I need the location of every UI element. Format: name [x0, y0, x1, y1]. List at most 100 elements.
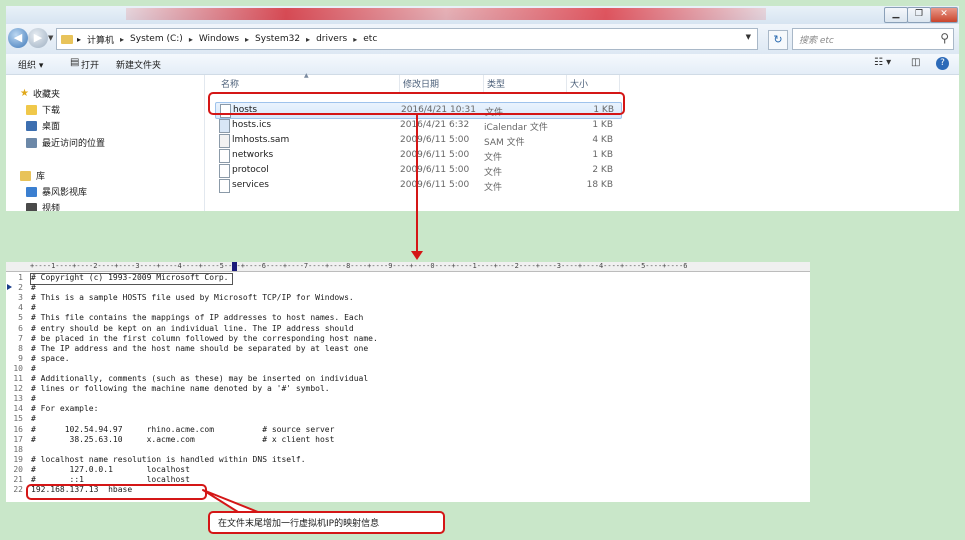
- title-bar: ▁ ❐ ✕: [6, 6, 959, 24]
- new-folder-button[interactable]: 新建文件夹: [116, 58, 161, 71]
- breadcrumb-drivers[interactable]: drivers ▸: [316, 34, 357, 44]
- breadcrumb-chevron-icon[interactable]: ▸: [77, 35, 81, 44]
- help-icon[interactable]: ?: [936, 57, 949, 70]
- sidebar-item-recent-places[interactable]: 最近访问的位置: [26, 136, 105, 149]
- code-line[interactable]: #: [31, 283, 36, 292]
- sidebar-item-desktop[interactable]: 桌面: [26, 119, 60, 132]
- line-number: 16: [13, 424, 23, 434]
- file-date: 2009/6/11 5:00: [400, 165, 470, 175]
- code-line[interactable]: #: [31, 394, 36, 403]
- code-line[interactable]: # 38.25.63.10 x.acme.com # x client host: [31, 435, 334, 444]
- breadcrumb-windows[interactable]: Windows ▸: [199, 34, 249, 44]
- blurred-title: [126, 8, 766, 20]
- file-icon: [219, 179, 230, 193]
- search-input[interactable]: 搜索 etc ⚲: [792, 28, 954, 50]
- sidebar-item-videos[interactable]: 视频: [26, 201, 60, 211]
- code-line[interactable]: # This file contains the mappings of IP …: [31, 313, 363, 322]
- star-icon: ★: [20, 88, 29, 99]
- calendar-file-icon: [219, 119, 230, 133]
- desktop-icon: [26, 120, 37, 131]
- refresh-button[interactable]: ↻: [768, 30, 788, 50]
- breadcrumb-system-c[interactable]: System (C:) ▸: [130, 34, 193, 44]
- column-header-date[interactable]: 修改日期: [403, 77, 439, 90]
- code-line[interactable]: # Additionally, comments (such as these)…: [31, 374, 368, 383]
- preview-pane-icon[interactable]: ◫: [911, 57, 920, 68]
- line-number: 6: [18, 323, 23, 333]
- breadcrumb-system32[interactable]: System32 ▸: [255, 34, 310, 44]
- line-number-gutter: 1 2 3 4 5 6 7 8 9 10 11 12 13 14 15 16 17 18 19 20 21 22: [6, 272, 26, 502]
- line-number: 13: [13, 394, 23, 404]
- forward-button[interactable]: ▶: [28, 28, 48, 48]
- open-icon: ▤: [70, 57, 80, 68]
- code-line[interactable]: # space.: [31, 354, 70, 363]
- column-divider[interactable]: [399, 75, 400, 92]
- folder-icon: [61, 34, 73, 44]
- sidebar-item-downloads[interactable]: 下载: [26, 103, 60, 116]
- file-type: 文件: [484, 153, 503, 163]
- column-divider[interactable]: [483, 75, 484, 92]
- line-number: 9: [18, 353, 23, 363]
- file-size: 1 KB: [592, 120, 613, 130]
- file-icon: [219, 149, 230, 163]
- code-line[interactable]: # entry should be kept on an individual …: [31, 324, 354, 333]
- code-line[interactable]: # 102.54.94.97 rhino.acme.com # source s…: [31, 425, 334, 434]
- sidebar-libraries[interactable]: 库: [20, 169, 45, 182]
- line-number: 10: [13, 363, 23, 373]
- column-divider[interactable]: [619, 75, 620, 92]
- hosts-highlight-box: [208, 92, 625, 115]
- sam-file-icon: [219, 134, 230, 148]
- file-name: lmhosts.sam: [232, 135, 290, 145]
- search-placeholder: 搜索 etc: [799, 36, 834, 46]
- code-line[interactable]: #: [31, 414, 36, 423]
- close-button[interactable]: ✕: [930, 7, 958, 23]
- breadcrumb-etc[interactable]: etc: [363, 34, 377, 44]
- sidebar-item-baofeng-library[interactable]: 暴风影视库: [26, 185, 87, 198]
- history-dropdown-icon[interactable]: ▼: [48, 34, 53, 42]
- added-line-highlight-box: [26, 484, 207, 500]
- address-dropdown-icon[interactable]: ▼: [746, 33, 751, 41]
- code-line[interactable]: # lines or following the machine name de…: [31, 384, 330, 393]
- line-number: 20: [13, 464, 23, 474]
- column-header-type[interactable]: 类型: [487, 77, 505, 90]
- file-name: hosts.ics: [232, 120, 272, 130]
- line-number: 3: [18, 293, 23, 303]
- file-date: 2009/6/11 5:00: [400, 180, 470, 190]
- column-divider[interactable]: [566, 75, 567, 92]
- line-number: 14: [13, 404, 23, 414]
- file-name: protocol: [232, 165, 269, 175]
- address-bar[interactable]: ▸ 计算机 ▸ System (C:) ▸ Windows ▸ System32 ▸ d…: [56, 28, 758, 50]
- back-button[interactable]: ◀: [8, 28, 28, 48]
- code-line[interactable]: # The IP address and the host name shoul…: [31, 344, 368, 353]
- line-number: 18: [13, 444, 23, 454]
- line-number: 4: [18, 303, 23, 313]
- open-button[interactable]: 打开: [81, 58, 99, 71]
- line-number: 1: [18, 273, 23, 282]
- breadcrumb-computer[interactable]: 计算机 ▸: [87, 33, 124, 46]
- code-line[interactable]: # 127.0.0.1 localhost: [31, 465, 190, 474]
- file-type: 文件: [484, 168, 503, 178]
- code-line[interactable]: # For example:: [31, 404, 98, 413]
- view-options-icon[interactable]: ☷ ▾: [874, 57, 891, 68]
- code-line[interactable]: # Copyright (c) 1993-2009 Microsoft Corp…: [31, 273, 228, 282]
- code-line[interactable]: #: [31, 303, 36, 312]
- column-header-name[interactable]: 名称: [221, 77, 239, 90]
- file-size: 1 KB: [592, 150, 613, 160]
- minimize-button[interactable]: ▁: [884, 7, 908, 23]
- code-line[interactable]: #: [31, 364, 36, 373]
- arrow-line: [416, 113, 418, 253]
- maximize-button[interactable]: ❐: [907, 7, 931, 23]
- code-line[interactable]: # ::1 localhost: [31, 475, 190, 484]
- code-line[interactable]: # be placed in the first column followed…: [31, 334, 378, 343]
- file-icon: [219, 164, 230, 178]
- file-date: 2009/6/11 5:00: [400, 135, 470, 145]
- sidebar-favorites[interactable]: ★ 收藏夹: [20, 87, 60, 100]
- organize-button[interactable]: 组织 ▾: [18, 58, 43, 71]
- line-number: 12: [13, 384, 23, 394]
- video-library-icon: [26, 186, 37, 197]
- code-line[interactable]: # This is a sample HOSTS file used by Mi…: [31, 293, 354, 302]
- recent-places-icon: [26, 137, 37, 148]
- library-icon: [20, 170, 31, 181]
- file-type: 文件: [484, 183, 503, 193]
- column-header-size[interactable]: 大小: [570, 77, 588, 90]
- code-line[interactable]: # localhost name resolution is handled w…: [31, 455, 306, 464]
